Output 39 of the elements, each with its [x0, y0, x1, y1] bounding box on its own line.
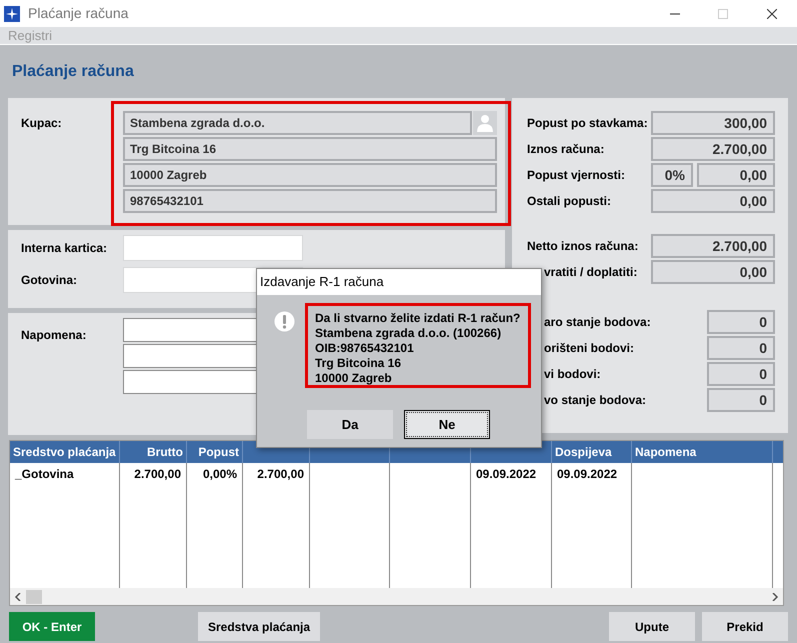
value-field: 0 [707, 310, 775, 334]
dialog-title: Izdavanje R-1 računa [260, 273, 384, 292]
field-label: Popust po stavkama: [527, 116, 648, 130]
field-label: Ostali popusti: [527, 194, 611, 208]
message-line: Stambena zgrada d.o.o. (100266) [315, 326, 502, 341]
field-label: Netto iznos računa: [527, 239, 638, 253]
field-label: Napomena: [21, 328, 86, 342]
window-title: Plaćanje računa [28, 4, 128, 23]
table-cell-text: 2.700,00 [257, 466, 304, 483]
page-heading: Plaćanje računa [12, 62, 134, 82]
table-cell-text: _Gotovina [15, 466, 74, 483]
value-field: 0,00 [697, 163, 775, 187]
table-cell-text: 2.700,00 [134, 466, 181, 483]
value-field: 0 [707, 336, 775, 360]
field-label: vo stanje bodova: [544, 393, 646, 407]
value-field: 300,00 [651, 111, 775, 135]
field-label: vratiti / doplatiti: [544, 265, 638, 279]
message-line: Da li stvarno želite izdati R-1 račun? [315, 311, 520, 326]
table-cell-text: 09.09.2022 [557, 466, 618, 483]
table-cell-text: 09.09.2022 [476, 466, 536, 483]
message-line: OIB:98765432101 [315, 341, 415, 356]
field-label: orišteni bodovi: [544, 341, 634, 355]
field-label: Iznos računa: [527, 142, 604, 156]
field-label: Gotovina: [21, 273, 77, 287]
value-field: 0 [707, 362, 775, 386]
field-label: vi bodovi: [544, 367, 601, 381]
value-field: 0,00 [651, 189, 775, 213]
value-field: 0% [651, 163, 693, 187]
field-label: Interna kartica: [21, 241, 108, 255]
value-field: 0,00 [651, 260, 775, 284]
field-label: Popust vjernosti: [527, 168, 626, 182]
message-line: 10000 Zagreb [315, 371, 393, 386]
field-label: aro stanje bodova: [544, 315, 651, 329]
value-field: 2.700,00 [651, 137, 775, 161]
value-field: 2.700,00 [651, 234, 775, 258]
message-line: Trg Bitcoina 16 [315, 356, 402, 371]
table-cell-text: 0,00% [202, 466, 237, 483]
value-field: 0 [707, 388, 775, 412]
field-label: Kupac: [21, 116, 62, 130]
